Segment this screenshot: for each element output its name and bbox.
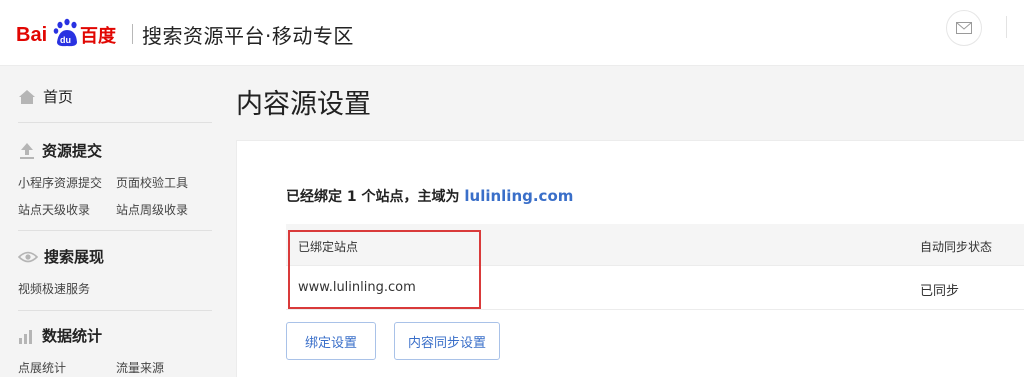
section-title: 资源提交 <box>42 142 103 160</box>
sidebar-divider <box>18 122 212 123</box>
sidebar-divider <box>18 310 212 311</box>
platform-title: 搜索资源平台·移动专区 <box>142 24 354 48</box>
sidebar-link-video-service[interactable]: 视频极速服务 <box>18 280 90 297</box>
bind-settings-button[interactable]: 绑定设置 <box>286 322 376 360</box>
sidebar-link-traffic-source[interactable]: 流量来源 <box>116 359 164 376</box>
section-title: 数据统计 <box>42 327 103 345</box>
section-title: 搜索展现 <box>44 248 105 266</box>
eye-icon <box>18 251 38 262</box>
svg-text:du: du <box>60 35 71 45</box>
sidebar: 首页 资源提交 小程序资源提交 页面校验工具 站点天级收录 站点周级收录 搜索展… <box>0 66 212 377</box>
logo-divider <box>132 24 133 44</box>
bound-site-summary: 已经绑定 1 个站点，主域为 lulinling.com <box>286 186 573 206</box>
sync-status-cell: 已同步 <box>920 284 960 299</box>
sidebar-link-impression-stats[interactable]: 点展统计 <box>18 359 66 376</box>
sidebar-home-label: 首页 <box>43 88 74 106</box>
sidebar-section-resource-submit[interactable]: 资源提交 <box>18 140 102 161</box>
svg-text:百度: 百度 <box>80 25 117 47</box>
header-divider <box>1006 16 1007 38</box>
top-header: Bai du 百度 搜索资源平台·移动专区 <box>0 0 1024 66</box>
sidebar-section-search-display[interactable]: 搜索展现 <box>18 246 104 267</box>
upload-icon <box>20 142 34 159</box>
sidebar-divider <box>18 230 212 231</box>
mail-icon <box>956 22 972 34</box>
sidebar-link-weekly-index[interactable]: 站点周级收录 <box>116 201 188 218</box>
column-header-sync-status: 自动同步状态 <box>920 240 993 254</box>
sidebar-item-home[interactable]: 首页 <box>18 86 73 107</box>
baidu-logo[interactable]: Bai du 百度 <box>16 16 128 50</box>
page-title: 内容源设置 <box>236 89 371 120</box>
baidu-logo-graphic: Bai du 百度 <box>16 18 117 47</box>
content-sync-settings-button[interactable]: 内容同步设置 <box>394 322 500 360</box>
sidebar-link-daily-index[interactable]: 站点天级收录 <box>18 201 90 218</box>
annotation-highlight-box <box>288 230 481 309</box>
sidebar-link-page-check-tool[interactable]: 页面校验工具 <box>116 174 188 191</box>
messages-button[interactable] <box>946 10 982 46</box>
sidebar-section-statistics[interactable]: 数据统计 <box>18 325 102 346</box>
sidebar-link-miniprogram-submit[interactable]: 小程序资源提交 <box>18 174 102 191</box>
svg-text:Bai: Bai <box>16 24 47 46</box>
home-icon <box>19 89 35 104</box>
bound-summary-text: 已经绑定 1 个站点，主域为 <box>286 189 465 205</box>
stats-icon <box>19 329 32 344</box>
main-domain-link[interactable]: lulinling.com <box>464 187 573 205</box>
